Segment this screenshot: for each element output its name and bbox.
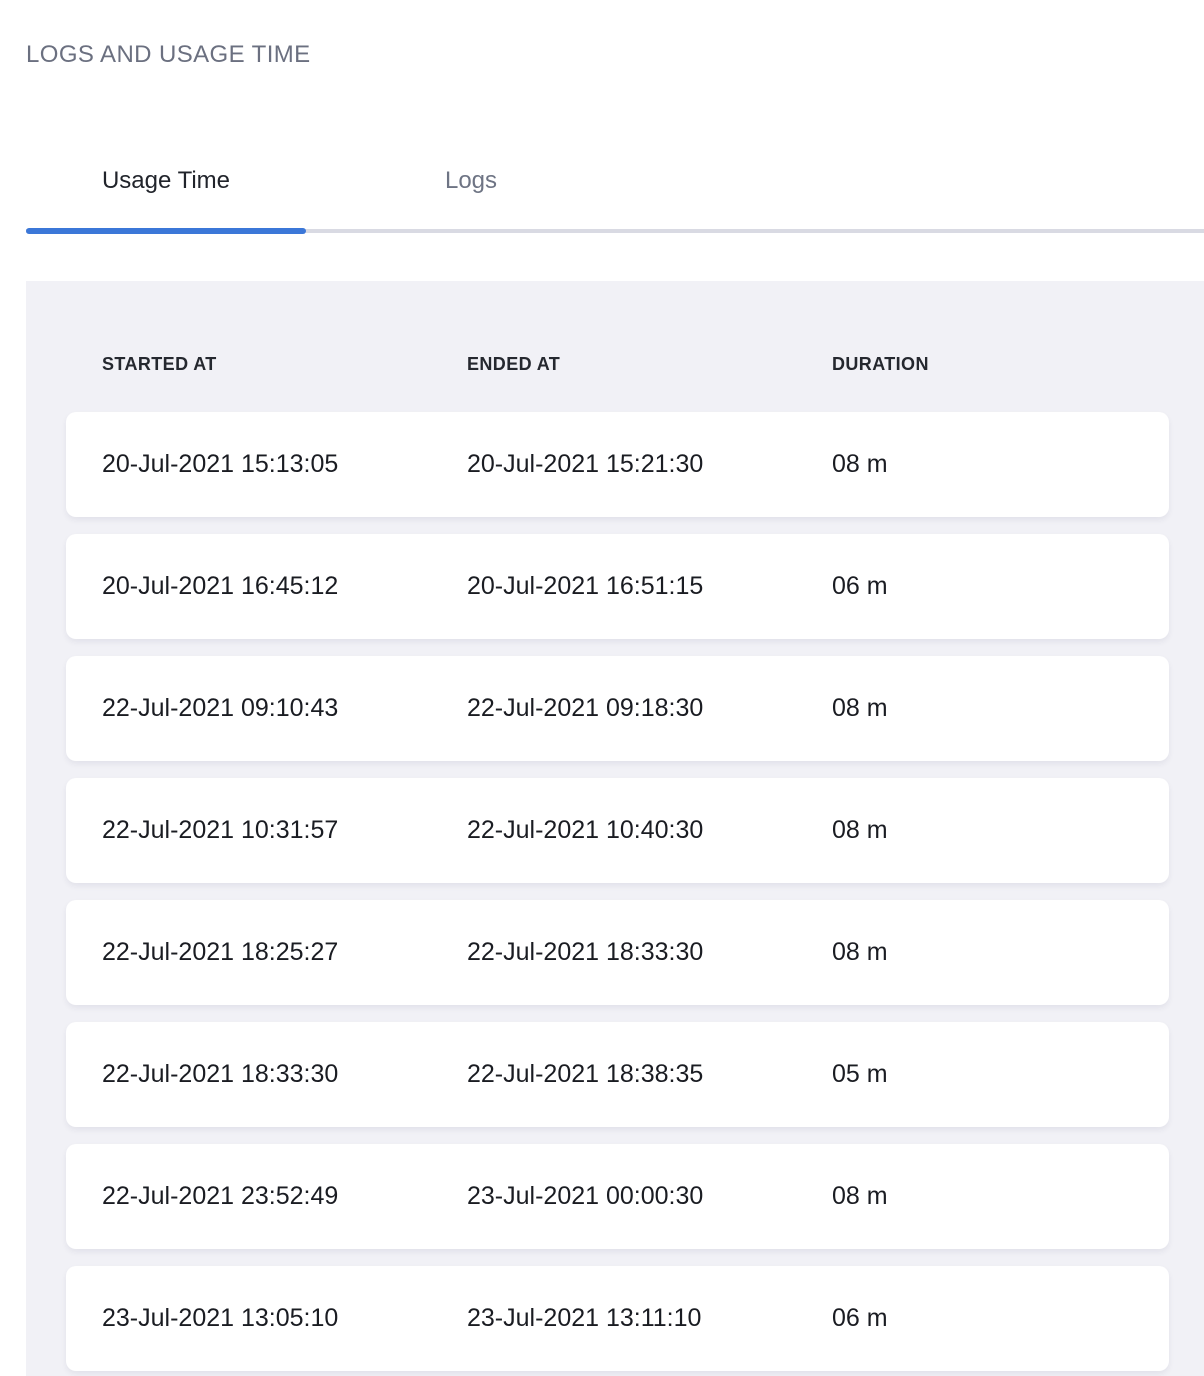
- started-at-cell: 22-Jul-2021 18:33:30: [102, 1060, 467, 1089]
- table-row[interactable]: 20-Jul-2021 15:13:05 20-Jul-2021 15:21:3…: [66, 412, 1169, 517]
- table-row[interactable]: 23-Jul-2021 13:05:10 23-Jul-2021 13:11:1…: [66, 1266, 1169, 1371]
- ended-at-cell: 22-Jul-2021 18:33:30: [467, 938, 832, 967]
- ended-at-cell: 23-Jul-2021 00:00:30: [467, 1182, 832, 1211]
- tab-logs[interactable]: Logs: [306, 166, 636, 229]
- column-header-started-at: STARTED AT: [102, 353, 467, 375]
- ended-at-cell: 23-Jul-2021 13:11:10: [467, 1304, 832, 1333]
- started-at-cell: 23-Jul-2021 13:05:10: [102, 1304, 467, 1333]
- column-header-ended-at: ENDED AT: [467, 353, 832, 375]
- duration-cell: 05 m: [832, 1060, 1169, 1089]
- duration-cell: 08 m: [832, 938, 1169, 967]
- started-at-cell: 22-Jul-2021 09:10:43: [102, 694, 467, 723]
- column-header-duration: DURATION: [832, 353, 1169, 375]
- table-row[interactable]: 22-Jul-2021 09:10:43 22-Jul-2021 09:18:3…: [66, 656, 1169, 761]
- started-at-cell: 22-Jul-2021 18:25:27: [102, 938, 467, 967]
- table-row[interactable]: 20-Jul-2021 16:45:12 20-Jul-2021 16:51:1…: [66, 534, 1169, 639]
- ended-at-cell: 22-Jul-2021 18:38:35: [467, 1060, 832, 1089]
- ended-at-cell: 22-Jul-2021 10:40:30: [467, 816, 832, 845]
- table-row[interactable]: 22-Jul-2021 23:52:49 23-Jul-2021 00:00:3…: [66, 1144, 1169, 1249]
- started-at-cell: 22-Jul-2021 10:31:57: [102, 816, 467, 845]
- tab-usage-time[interactable]: Usage Time: [26, 166, 306, 229]
- active-tab-indicator: [26, 228, 306, 234]
- duration-cell: 06 m: [832, 572, 1169, 601]
- started-at-cell: 20-Jul-2021 16:45:12: [102, 572, 467, 601]
- duration-cell: 08 m: [832, 694, 1169, 723]
- duration-cell: 08 m: [832, 816, 1169, 845]
- started-at-cell: 20-Jul-2021 15:13:05: [102, 450, 467, 479]
- table-body: 20-Jul-2021 15:13:05 20-Jul-2021 15:21:3…: [66, 412, 1169, 1371]
- table-row[interactable]: 22-Jul-2021 18:25:27 22-Jul-2021 18:33:3…: [66, 900, 1169, 1005]
- ended-at-cell: 22-Jul-2021 09:18:30: [467, 694, 832, 723]
- page-title: LOGS AND USAGE TIME: [26, 40, 1204, 70]
- table-header-row: STARTED AT ENDED AT DURATION: [66, 353, 1169, 375]
- table-row[interactable]: 22-Jul-2021 18:33:30 22-Jul-2021 18:38:3…: [66, 1022, 1169, 1127]
- started-at-cell: 22-Jul-2021 23:52:49: [102, 1182, 467, 1211]
- tab-usage-time-label: Usage Time: [102, 166, 230, 196]
- ended-at-cell: 20-Jul-2021 16:51:15: [467, 572, 832, 601]
- ended-at-cell: 20-Jul-2021 15:21:30: [467, 450, 832, 479]
- tabs-bar: Usage Time Logs: [26, 166, 1204, 233]
- logs-and-usage-page: LOGS AND USAGE TIME Usage Time Logs STAR…: [0, 40, 1204, 1376]
- usage-time-panel: STARTED AT ENDED AT DURATION 20-Jul-2021…: [26, 281, 1204, 1376]
- duration-cell: 08 m: [832, 1182, 1169, 1211]
- duration-cell: 06 m: [832, 1304, 1169, 1333]
- tab-logs-label: Logs: [445, 166, 497, 196]
- duration-cell: 08 m: [832, 450, 1169, 479]
- table-row[interactable]: 22-Jul-2021 10:31:57 22-Jul-2021 10:40:3…: [66, 778, 1169, 883]
